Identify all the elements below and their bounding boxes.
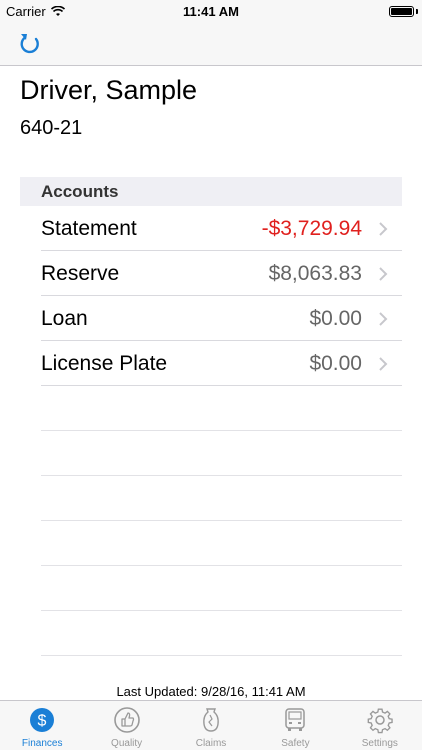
chevron-right-icon bbox=[379, 357, 388, 371]
last-updated-label: Last Updated: 9/28/16, 11:41 AM bbox=[116, 684, 306, 699]
dollar-icon: $ bbox=[30, 708, 55, 732]
navigation-bar bbox=[0, 22, 422, 66]
tab-settings[interactable]: Settings bbox=[338, 701, 422, 750]
account-label: License Plate bbox=[41, 352, 168, 375]
chevron-right-icon bbox=[379, 267, 388, 281]
tab-label: Finances bbox=[21, 738, 63, 749]
account-row-loan[interactable]: Loan $0.00 bbox=[41, 296, 402, 341]
tab-label: Settings bbox=[361, 738, 398, 749]
account-label: Statement bbox=[41, 217, 137, 240]
account-label: Loan bbox=[41, 307, 88, 330]
empty-row bbox=[41, 431, 402, 476]
tab-safety[interactable]: Safety bbox=[253, 701, 337, 750]
account-label: Reserve bbox=[41, 262, 120, 285]
driver-name: Driver, Sample bbox=[20, 75, 198, 105]
tab-bar: $ Finances Quality Claims Safety Setting… bbox=[0, 700, 422, 750]
tab-label: Claims bbox=[195, 738, 227, 749]
empty-row bbox=[41, 521, 402, 566]
accounts-header: Accounts bbox=[20, 177, 402, 206]
chevron-right-icon bbox=[379, 312, 388, 326]
tab-finances[interactable]: $ Finances bbox=[0, 701, 84, 750]
tab-label: Safety bbox=[281, 738, 310, 749]
refresh-button[interactable] bbox=[16, 30, 44, 58]
gear-icon bbox=[367, 708, 393, 734]
account-row-reserve[interactable]: Reserve $8,063.83 bbox=[41, 251, 402, 296]
status-time: 11:41 AM bbox=[183, 4, 239, 19]
broken-vase-icon bbox=[203, 708, 219, 732]
account-value: $8,063.83 bbox=[268, 262, 362, 285]
empty-row bbox=[41, 611, 402, 656]
battery-tip bbox=[416, 9, 418, 14]
thumbs-up-icon bbox=[113, 707, 140, 733]
account-value: $0.00 bbox=[309, 307, 362, 330]
accounts-table: Accounts Statement -$3,729.94 Reserve $8… bbox=[20, 177, 402, 656]
account-row-license-plate[interactable]: License Plate $0.00 bbox=[41, 341, 402, 386]
account-value: $0.00 bbox=[309, 352, 362, 375]
empty-row bbox=[41, 566, 402, 611]
account-value: -$3,729.94 bbox=[261, 217, 362, 240]
empty-row bbox=[41, 386, 402, 431]
tab-claims[interactable]: Claims bbox=[169, 701, 253, 750]
truck-icon bbox=[285, 708, 306, 731]
driver-id: 640-21 bbox=[20, 117, 83, 139]
battery-icon bbox=[389, 6, 414, 17]
account-row-statement[interactable]: Statement -$3,729.94 bbox=[41, 206, 402, 251]
tab-quality[interactable]: Quality bbox=[84, 701, 168, 750]
empty-row bbox=[41, 476, 402, 521]
svg-text:$: $ bbox=[38, 713, 47, 730]
tab-label: Quality bbox=[111, 738, 143, 749]
chevron-right-icon bbox=[379, 222, 388, 236]
refresh-icon bbox=[20, 34, 39, 54]
status-bar: Carrier 11:41 AM bbox=[0, 0, 422, 22]
